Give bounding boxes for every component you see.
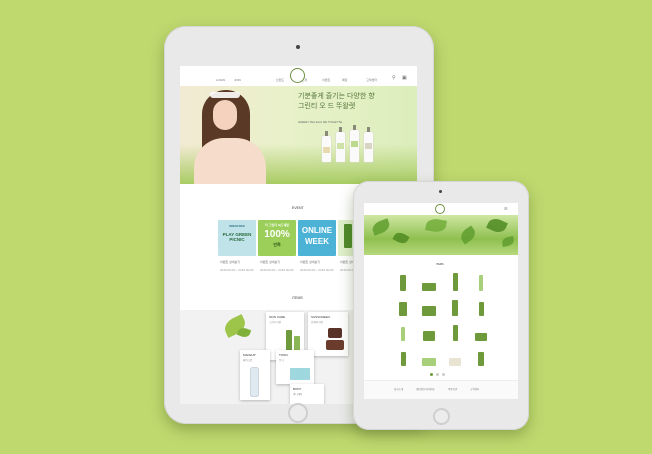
event-section-title: EVENT (292, 206, 304, 210)
product-thumbnail[interactable] (418, 271, 440, 293)
product-thumbnail[interactable] (444, 346, 466, 368)
product-image (475, 333, 487, 341)
product-thumbnail[interactable] (444, 271, 466, 293)
item-card-body[interactable]: BODY 바디케어 (290, 384, 324, 404)
page-dot[interactable] (442, 373, 445, 376)
product-thumbnail[interactable] (444, 296, 466, 318)
nav-item-event[interactable]: 이벤트 (322, 78, 330, 82)
footer-link[interactable]: 고객센터 (470, 387, 479, 391)
hero-title-line2: 그린티 오 드 뚜왈렛 (298, 103, 356, 110)
product-image (478, 352, 484, 366)
product-image (422, 358, 436, 366)
menu-icon[interactable]: ☰ (504, 206, 508, 211)
page-dot-active[interactable] (430, 373, 433, 376)
product-image (251, 368, 258, 396)
top-navigation: LOGIN JOIN 브랜드 제품소개 이벤트 매장 고객센터 ⚲ ▣ (180, 66, 417, 86)
hero-subtitle: GREEN TEA EAU DE TOILETTE (298, 120, 343, 124)
product-thumbnail[interactable] (418, 321, 440, 343)
product-image (326, 340, 344, 350)
product-image (400, 352, 406, 366)
model-body (194, 138, 266, 184)
product-thumbnail[interactable] (470, 321, 492, 343)
small-tablet-mockup: ☰ ITEMS 회사소개 개인정보처리방침 이용약관 고객센터 (353, 181, 529, 430)
perfume-bottle (364, 127, 373, 162)
footer-link[interactable]: 이용약관 (448, 387, 457, 391)
product-image (399, 302, 407, 316)
event-date: 2016.00.00 ~ 2016.00.00 (300, 268, 334, 272)
product-image (400, 275, 406, 291)
leaf-decoration (392, 230, 410, 246)
footer: 회사소개 개인정보처리방침 이용약관 고객센터 (364, 380, 518, 399)
product-image (423, 331, 435, 341)
front-camera (296, 45, 300, 49)
cart-icon[interactable]: ▣ (402, 75, 407, 81)
leaf-decoration (370, 218, 392, 236)
product-thumbnail[interactable] (392, 296, 414, 318)
item-card-tonic[interactable]: TONIC 토닉 (276, 350, 314, 384)
leaf-decoration (425, 217, 447, 234)
event-date: 2016.00.00 ~ 2016.00.00 (260, 268, 294, 272)
leaf-hero-banner[interactable] (364, 215, 518, 255)
brand-logo[interactable] (435, 204, 445, 214)
model-face (213, 100, 237, 130)
footer-link[interactable]: 개인정보처리방침 (416, 387, 434, 391)
hero-title: 기분좋게 즐기는 다양한 향 그린티 오 드 뚜왈렛 (298, 92, 375, 112)
leaf-decoration (486, 215, 508, 236)
event-banner-picnic[interactable]: INNISFREE PLAY GREEN PICNIC (218, 220, 256, 256)
product-image (449, 358, 461, 366)
event-banner-serum[interactable]: 더 그린티 씨드세럼 100% 만족 (258, 220, 296, 256)
product-image (452, 300, 458, 316)
perfume-bottle (322, 131, 331, 162)
items-section-title: ITEMS (292, 296, 303, 300)
product-thumbnail[interactable] (470, 346, 492, 368)
nav-login-link[interactable]: LOGIN (216, 78, 225, 82)
nav-item-brand[interactable]: 브랜드 (276, 78, 284, 82)
search-icon[interactable]: ⚲ (392, 75, 396, 81)
item-card-makeup[interactable]: MAKEUP 메이크업 (240, 350, 270, 400)
product-image (344, 224, 352, 248)
event-caption: 이벤트 상세보기 (220, 260, 241, 264)
items-section-title: ITEMS (436, 263, 444, 266)
perfume-bottle (350, 125, 359, 162)
perfume-bottle (336, 127, 345, 162)
home-button[interactable] (433, 408, 450, 425)
footer-link[interactable]: 회사소개 (394, 387, 403, 391)
product-thumbnail[interactable] (470, 296, 492, 318)
product-image (478, 302, 484, 316)
nav-join-link[interactable]: JOIN (234, 78, 241, 82)
event-banner-online-week[interactable]: ONLINE WEEK (298, 220, 336, 256)
leaf-decoration (458, 225, 478, 245)
product-thumbnail[interactable] (392, 346, 414, 368)
event-caption: 이벤트 상세보기 (300, 260, 321, 264)
front-camera (439, 190, 442, 193)
nav-item-support[interactable]: 고객센터 (366, 78, 377, 82)
product-thumbnail[interactable] (444, 321, 466, 343)
flower-crown (210, 92, 240, 98)
top-navigation: ☰ (364, 203, 518, 215)
product-thumbnail[interactable] (470, 271, 492, 293)
product-thumbnail[interactable] (418, 296, 440, 318)
product-image (422, 306, 436, 316)
home-button[interactable] (288, 403, 308, 423)
product-image (452, 325, 458, 341)
page-dot[interactable] (436, 373, 439, 376)
leaf-decoration (501, 236, 515, 247)
product-image (290, 368, 310, 380)
product-thumbnail[interactable] (392, 271, 414, 293)
product-image (328, 328, 342, 338)
product-image (479, 275, 483, 291)
item-card-sunscreen[interactable]: SUNSCREEN 선케어 라인 (308, 312, 348, 356)
product-thumbnail[interactable] (418, 346, 440, 368)
product-thumbnail[interactable] (392, 321, 414, 343)
product-image (422, 283, 436, 291)
nav-item-store[interactable]: 매장 (342, 78, 348, 82)
small-tablet-screen: ☰ ITEMS 회사소개 개인정보처리방침 이용약관 고객센터 (364, 203, 518, 399)
hero-title-line1: 기분좋게 즐기는 다양한 향 (298, 93, 375, 100)
event-date: 2016.00.00 ~ 2016.00.00 (220, 268, 254, 272)
brand-logo[interactable] (290, 68, 305, 83)
event-caption: 이벤트 상세보기 (260, 260, 281, 264)
hero-banner[interactable]: 기분좋게 즐기는 다양한 향 그린티 오 드 뚜왈렛 GREEN TEA EAU… (180, 86, 417, 184)
product-image (452, 273, 458, 291)
product-image (401, 327, 405, 341)
